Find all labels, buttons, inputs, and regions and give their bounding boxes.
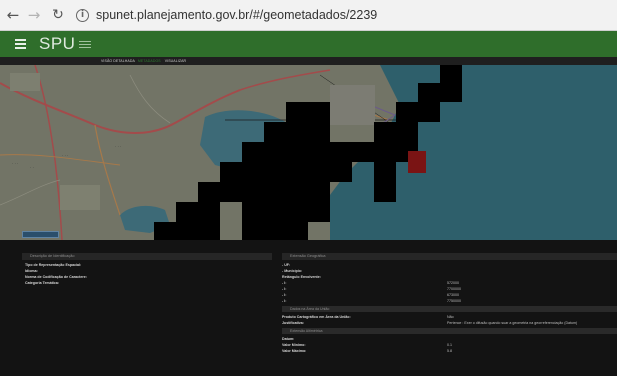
info-row: Valor Máximo: 5.8	[282, 349, 452, 353]
app-logo[interactable]: SPU	[39, 34, 75, 54]
info-row: - l: 7750000	[282, 299, 461, 303]
app-header: SPU	[0, 31, 617, 57]
geographic-extent-panel: Extensão Geográfica - UF: - Município: R…	[282, 253, 617, 354]
identification-panel: Descrição de Identificação Tipo de Repre…	[22, 253, 272, 286]
info-row: Categoria Temática:	[25, 281, 60, 285]
section-title: Dados na Área da União	[282, 306, 617, 312]
metadata-panels: Descrição de Identificação Tipo de Repre…	[0, 240, 617, 376]
svg-text:· · ·: · · ·	[12, 161, 18, 166]
nav-item-metadata[interactable]: METADADOS	[138, 59, 161, 63]
sub-navigation: VISÃO DETALHADA METADADOS VISUALIZAR	[0, 57, 617, 65]
nav-item-detailed-view[interactable]: VISÃO DETALHADA	[101, 59, 135, 63]
map-view[interactable]: · · · · · · · · · · ·	[0, 65, 617, 240]
highlighted-cell	[408, 151, 426, 173]
url-text[interactable]: spunet.planejamento.gov.br/#/geometadado…	[96, 8, 377, 22]
screen: ← → ↻ i spunet.planejamento.gov.br/#/geo…	[0, 0, 617, 376]
panel-title: Descrição de Identificação	[22, 253, 272, 260]
svg-text:· · ·: · · ·	[115, 144, 121, 149]
back-arrow-icon[interactable]: ←	[4, 6, 22, 24]
map-canvas[interactable]: · · · · · · · · · · ·	[0, 65, 617, 240]
reload-icon[interactable]: ↻	[49, 6, 67, 24]
info-row: Justificativa: Pertence : Exer o difusão …	[282, 321, 578, 325]
address-bar[interactable]: i spunet.planejamento.gov.br/#/geometada…	[76, 4, 377, 26]
panel-title: Extensão Geográfica	[282, 253, 617, 260]
menu-icon[interactable]	[15, 39, 26, 49]
map-attribution[interactable]	[22, 231, 59, 238]
svg-text:· · ·: · · ·	[62, 153, 68, 158]
info-icon[interactable]: i	[76, 8, 89, 22]
browser-toolbar: ← → ↻ i spunet.planejamento.gov.br/#/geo…	[0, 0, 617, 31]
nav-item-visualize[interactable]: VISUALIZAR	[165, 59, 186, 63]
section-title: Extensão Altimétrica	[282, 328, 617, 334]
logo-subtitle-graphic	[79, 40, 92, 48]
svg-text:· ·: · ·	[30, 165, 34, 170]
forward-arrow-icon[interactable]: →	[25, 6, 43, 24]
